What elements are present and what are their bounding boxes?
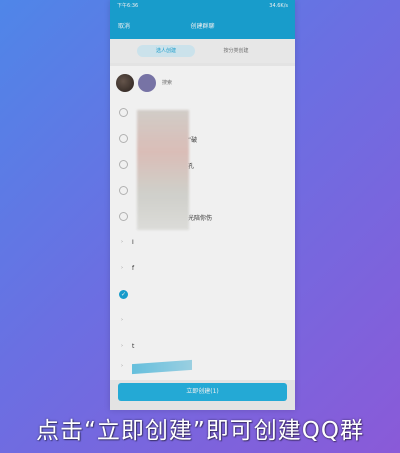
- search-row: [110, 66, 295, 100]
- chevron-right-icon: ›: [121, 265, 123, 271]
- tab-select-people[interactable]: 选人创建: [137, 45, 195, 57]
- bottom-bar: 立即创建(1): [110, 380, 295, 410]
- radio-unchecked[interactable]: [119, 134, 128, 143]
- search-input[interactable]: [162, 78, 282, 88]
- check-icon[interactable]: ✓: [119, 290, 128, 299]
- radio-unchecked[interactable]: [119, 160, 128, 169]
- contact-name: 光陪你伤: [188, 215, 213, 222]
- chevron-right-icon: ›: [121, 239, 123, 245]
- chevron-right-icon: ›: [121, 363, 123, 369]
- status-network-speed: 34.6K/s: [269, 3, 288, 9]
- tutorial-caption: 点击“立即创建”即可创建QQ群: [35, 418, 365, 444]
- radio-unchecked[interactable]: [119, 212, 128, 221]
- create-now-button[interactable]: 立即创建(1): [118, 383, 287, 401]
- group-row[interactable]: › f: [110, 256, 295, 282]
- page-title: 创建群聊: [190, 23, 215, 30]
- radio-unchecked[interactable]: [119, 186, 128, 195]
- status-time: 下午6:36: [117, 3, 139, 9]
- tab-bar: 选人创建 按分类创建: [110, 39, 295, 63]
- contact-name: ”破: [188, 137, 198, 144]
- group-row[interactable]: › I: [110, 230, 295, 256]
- chevron-right-icon: ›: [121, 343, 123, 349]
- selected-avatar[interactable]: [116, 74, 134, 92]
- title-bar: 取消 创建群聊: [110, 13, 295, 39]
- group-row[interactable]: ›: [110, 308, 295, 334]
- contact-row-selected[interactable]: ✓: [110, 282, 295, 308]
- phone-screen: 下午6:36 34.6K/s 取消 创建群聊 选人创建 按分类创建 ”破 孔: [110, 0, 295, 410]
- blurred-avatar-region: [137, 110, 189, 230]
- tab-by-category[interactable]: 按分类创建: [207, 45, 265, 57]
- radio-unchecked[interactable]: [119, 108, 128, 117]
- group-name: I: [132, 239, 134, 246]
- status-bar: 下午6:36 34.6K/s: [110, 0, 295, 13]
- group-name: t: [132, 343, 135, 350]
- group-name: f: [132, 265, 135, 272]
- chevron-right-icon: ›: [121, 317, 123, 323]
- search-avatar-placeholder: [138, 74, 156, 92]
